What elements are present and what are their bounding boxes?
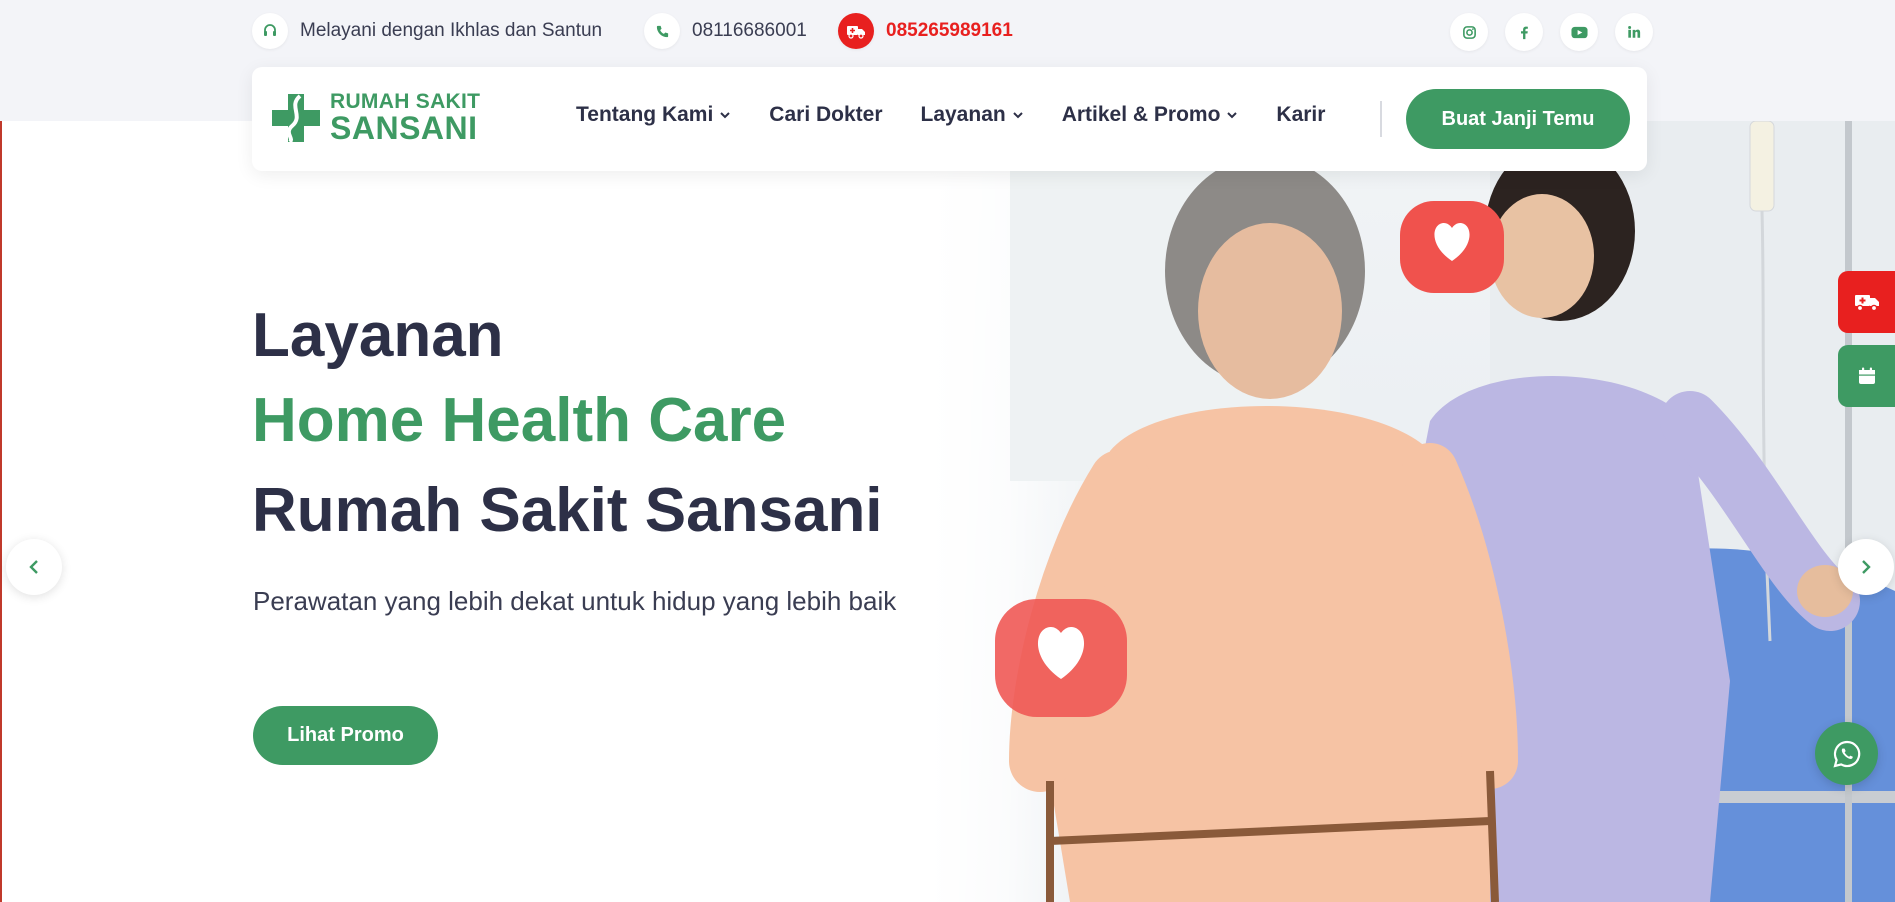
book-appointment-button[interactable]: Buat Janji Temu (1406, 89, 1630, 149)
whatsapp-button[interactable] (1815, 722, 1878, 785)
nav-item-label: Cari Dokter (769, 103, 883, 126)
facebook-icon[interactable] (1505, 13, 1543, 51)
carousel-next-button[interactable] (1838, 539, 1894, 595)
view-promo-button[interactable]: Lihat Promo (253, 706, 438, 765)
brand-logo[interactable]: RUMAH SAKIT SANSANI (270, 91, 480, 144)
nav-item-label: Tentang Kami (576, 103, 714, 126)
chevron-down-icon (720, 112, 731, 119)
hero-title-line-1: Layanan (252, 301, 504, 370)
nav-divider (1380, 101, 1382, 137)
emergency-phone-number[interactable]: 085265989161 (886, 20, 1013, 42)
brand-line-2: SANSANI (330, 110, 478, 146)
tagline-text: Melayani dengan Ikhlas dan Santun (300, 20, 603, 41)
phone-number[interactable]: 08116686001 (692, 20, 807, 42)
hero-subtitle: Perawatan yang lebih dekat untuk hidup y… (253, 586, 897, 616)
chevron-left-icon (29, 560, 38, 574)
linkedin-icon[interactable] (1615, 13, 1653, 51)
main-navigation: RUMAH SAKIT SANSANI Tentang Kami Cari Do… (252, 67, 1647, 171)
top-info-bar: Melayani dengan Ikhlas dan Santun 081166… (0, 0, 1895, 62)
youtube-icon[interactable] (1560, 13, 1598, 51)
nav-item-cari-dokter[interactable]: Cari Dokter (769, 103, 882, 127)
ambulance-icon (1854, 295, 1879, 312)
nav-item-label: Artikel & Promo (1061, 103, 1221, 126)
emergency-group[interactable]: 085265989161 (838, 13, 1013, 49)
chevron-right-icon (1862, 560, 1871, 574)
hero-edge-accent (0, 121, 2, 902)
chevron-down-icon (1012, 112, 1023, 119)
nav-item-tentang-kami[interactable]: Tentang Kami (576, 103, 731, 127)
hero-title-line-2: Home Health Care (252, 386, 787, 455)
floating-calendar-button[interactable] (1838, 345, 1895, 407)
ambulance-icon (838, 13, 874, 49)
nav-item-artikel-promo[interactable]: Artikel & Promo (1062, 103, 1239, 127)
hero-photo (930, 121, 1895, 902)
nav-item-karir[interactable]: Karir (1276, 103, 1325, 127)
nav-item-label: Karir (1276, 103, 1326, 126)
tagline-group: Melayani dengan Ikhlas dan Santun (252, 13, 602, 49)
brand-line-1: RUMAH SAKIT (330, 90, 481, 113)
hero-title-line-3: Rumah Sakit Sansani (252, 476, 883, 545)
nav-item-label: Layanan (920, 103, 1006, 126)
phone-group[interactable]: 08116686001 (644, 13, 807, 49)
social-links (1450, 13, 1653, 51)
nav-links: Tentang Kami Cari Dokter Layanan Artikel… (576, 103, 1363, 127)
nav-item-layanan[interactable]: Layanan (921, 103, 1024, 127)
chevron-down-icon (1227, 112, 1238, 119)
carousel-prev-button[interactable] (6, 539, 62, 595)
phone-icon (644, 13, 680, 49)
whatsapp-icon (1832, 740, 1860, 768)
calendar-icon (1858, 367, 1875, 384)
floating-ambulance-button[interactable] (1838, 271, 1895, 333)
hospital-cross-logo-icon (272, 93, 320, 143)
instagram-icon[interactable] (1450, 13, 1488, 51)
headset-icon (252, 13, 288, 49)
